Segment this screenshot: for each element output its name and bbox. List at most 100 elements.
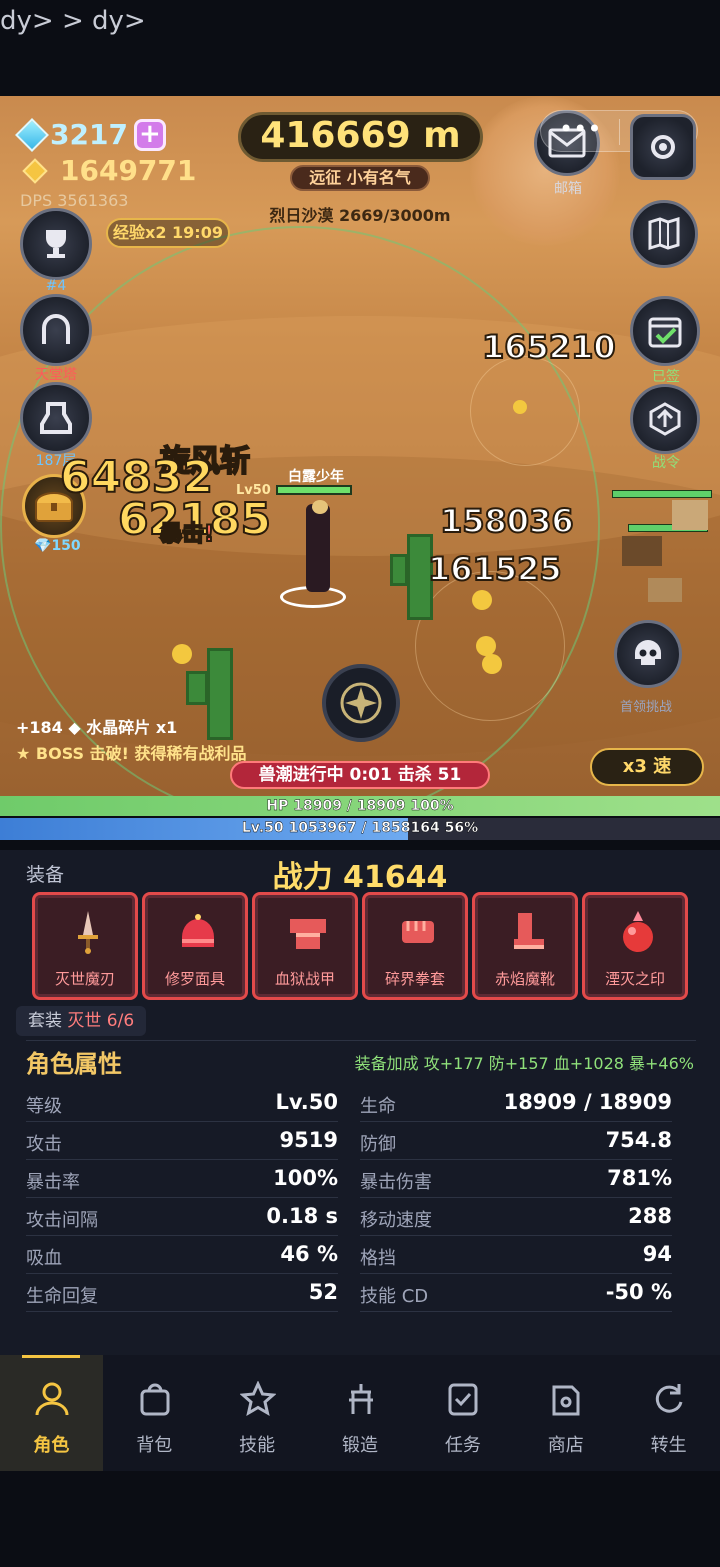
game-viewport[interactable]: 3217 + 1649771 DPS 3561363 416669 m 远征 小… xyxy=(0,96,720,796)
system-top-bar: dy> > dy> xyxy=(0,0,720,96)
gold-counter: 1649771 xyxy=(22,154,196,187)
skull-icon xyxy=(635,640,661,665)
loot-log-line: +184 ◆ 水晶碎片 x1 xyxy=(16,718,178,737)
combat-power: 战力 41644 xyxy=(272,860,448,895)
gauntlet-icon xyxy=(402,921,434,943)
compass-icon xyxy=(340,682,382,724)
loot-log-line: ★ BOSS 击破! 获得稀有战利品 xyxy=(16,744,247,763)
gold-coin-drop xyxy=(472,590,492,610)
title-badge: 远征 小有名气 xyxy=(290,165,430,191)
damage-number: 158036 xyxy=(439,501,575,541)
enemy-sprite xyxy=(648,578,682,602)
gate-button[interactable] xyxy=(20,294,92,366)
cactus xyxy=(390,554,408,586)
boss-challenge-button[interactable] xyxy=(614,620,682,688)
enemy-group[interactable] xyxy=(612,488,720,618)
daily-signin-button[interactable] xyxy=(630,296,700,366)
cactus xyxy=(207,648,233,740)
battle-pass-label: 战令 xyxy=(652,455,680,471)
gold-icon xyxy=(22,157,48,184)
leaderboard-button[interactable] xyxy=(20,208,92,280)
enemy-sprite xyxy=(672,500,708,530)
equip-slot-weapon[interactable]: 灭世魔刃 xyxy=(32,892,138,1000)
equipment-bonus-summary: 装备加成 攻+177 防+157 血+1028 暴+46% xyxy=(354,1054,694,1073)
nav-tab-rebirth[interactable]: 转生 xyxy=(617,1355,720,1471)
damage-number: 165210 xyxy=(481,327,617,367)
player-sprite xyxy=(306,504,330,592)
signin-label: 已签 xyxy=(652,369,680,385)
attr-row: 暴击率 100% xyxy=(26,1160,338,1198)
attr-row: 生命回复 52 xyxy=(26,1274,338,1312)
stage-progress: 烈日沙漠 2669/3000m xyxy=(269,206,451,225)
attr-row: 攻击 9519 xyxy=(26,1122,338,1160)
settings-button[interactable] xyxy=(630,114,696,180)
up-arrow-shield-icon xyxy=(649,402,681,436)
boss-challenge-label: 首领挑战 xyxy=(619,700,672,715)
nav-tab-shop[interactable]: 商店 xyxy=(514,1355,617,1471)
dagger-icon xyxy=(78,911,98,954)
gem-icon xyxy=(15,117,49,152)
player-hp-bar xyxy=(276,485,352,495)
more-icon[interactable]: ••• xyxy=(559,117,601,141)
enemy-hp-bar xyxy=(612,490,712,498)
rank-label: #4 xyxy=(45,278,67,294)
boot-icon xyxy=(514,913,544,949)
equip-slot-armor[interactable]: 血狱战甲 xyxy=(252,892,358,1000)
divider xyxy=(26,1040,696,1041)
equip-slot-seal[interactable]: 湮灭之印 xyxy=(582,892,688,1000)
equip-slot-gauntlet[interactable]: 碎界拳套 xyxy=(362,892,468,1000)
attributes-title: 角色属性 xyxy=(26,1050,122,1078)
anvil-icon xyxy=(348,1384,373,1414)
gem-counter: 3217 + xyxy=(15,117,166,152)
orb-icon xyxy=(623,911,653,952)
equip-slot-boots[interactable]: 赤焰魔靴 xyxy=(472,892,578,1000)
attr-row: 等级 Lv.50 xyxy=(26,1084,338,1122)
gate-label: 天堂塔 xyxy=(35,367,77,383)
star-icon xyxy=(239,1381,276,1417)
exp-text: Lv.50 1053967 / 1858164 56% xyxy=(241,820,479,836)
armor-icon xyxy=(290,919,326,949)
gate-icon xyxy=(42,314,70,344)
battle-pass-button[interactable] xyxy=(630,384,700,454)
gold-coin-drop xyxy=(482,654,502,674)
attr-row: 技能 CD -50 % xyxy=(360,1274,672,1312)
equip-slot-helmet[interactable]: 修罗面具 xyxy=(142,892,248,1000)
equipment-slots: 灭世魔刃 修罗面具 血狱战甲 碎界拳套 赤焰魔靴 湮灭之印 xyxy=(32,892,690,1000)
nav-tab-quests[interactable]: 任务 xyxy=(411,1355,514,1471)
bottom-safe-area xyxy=(0,1471,720,1567)
attr-row: 生命 18909 / 18909 xyxy=(360,1084,672,1122)
tower-button[interactable] xyxy=(20,382,92,454)
damage-number: 161525 xyxy=(427,549,563,589)
exp-bar: Lv.50 1053967 / 1858164 56% xyxy=(0,818,720,840)
rebirth-icon xyxy=(656,1384,683,1413)
nav-tab-skills[interactable]: 技能 xyxy=(206,1355,309,1471)
cactus xyxy=(186,671,208,705)
speed-toggle-button[interactable]: x3 速 xyxy=(590,748,704,786)
set-bonus-tag: 套装 灭世 6/6 xyxy=(16,1006,147,1036)
chest-cost: 💎150 xyxy=(34,538,81,554)
shop-icon xyxy=(552,1385,580,1416)
tower-icon xyxy=(40,402,72,434)
wave-status-banner: 兽潮进行中 0:01 击杀 51 xyxy=(230,761,490,789)
nav-tab-character[interactable]: 角色 xyxy=(0,1355,103,1471)
gear-icon xyxy=(651,135,675,159)
person-icon xyxy=(35,1382,69,1416)
bottom-nav: 角色 背包 技能 锻造 任务 商店 转生 xyxy=(0,1355,720,1471)
nav-tab-bag[interactable]: 背包 xyxy=(103,1355,206,1471)
add-gems-button[interactable]: + xyxy=(133,118,166,151)
nav-tab-forge[interactable]: 锻造 xyxy=(309,1355,412,1471)
hp-text: HP 18909 / 18909 100% xyxy=(266,798,454,814)
checklist-icon xyxy=(448,1383,478,1416)
bag-icon xyxy=(140,1383,170,1416)
player-name: 白露少年 xyxy=(288,469,344,485)
distance-display: 416669 m xyxy=(238,112,483,162)
gold-coin-drop xyxy=(476,636,496,656)
exp-buff-badge[interactable]: 经验x2 19:09 xyxy=(106,218,230,248)
codex-button[interactable] xyxy=(630,200,698,268)
trophy-icon xyxy=(46,230,66,258)
attr-row: 暴击伤害 781% xyxy=(360,1160,672,1198)
player-hat xyxy=(312,500,328,514)
book-icon xyxy=(648,216,680,251)
player-hp-bar-main: HP 18909 / 18909 100% xyxy=(0,796,720,816)
auto-skill-button[interactable] xyxy=(322,664,400,742)
